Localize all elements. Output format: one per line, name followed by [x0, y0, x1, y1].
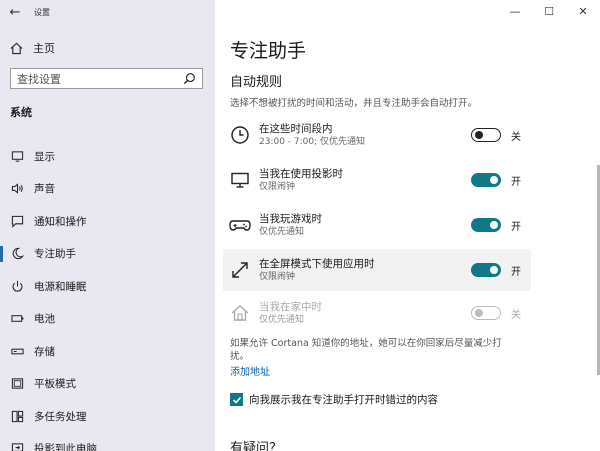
- storage-icon: [10, 344, 24, 358]
- rule-name: 在这些时间段内: [259, 122, 333, 135]
- rule-during-these-times[interactable]: 在这些时间段内 23:00 - 7:00; 仅优先通知 关: [223, 115, 531, 155]
- search-icon[interactable]: [183, 72, 196, 85]
- rule-name: 当我在家中时: [259, 300, 322, 313]
- cortana-note: 如果允许 Cortana 知道你的地址，她可以在你回家后尽量减少打扰。: [230, 338, 502, 362]
- show-summary-option[interactable]: 向我展示我在专注助手打开时错过的内容: [230, 392, 438, 407]
- clock-icon: [227, 125, 253, 145]
- sidebar-item-storage[interactable]: 存储: [0, 335, 215, 368]
- back-button[interactable]: ←: [0, 0, 30, 24]
- search-placeholder: 查找设置: [17, 72, 61, 86]
- sidebar: ← 设置 主页 查找设置 系统 显示 声音 通知和操作 专注助手 电源和睡眠 电…: [0, 0, 215, 451]
- rule-when-projecting[interactable]: 当我在使用投影时 仅限闹钟 开: [223, 160, 531, 200]
- rule-name: 当我玩游戏时: [259, 212, 322, 225]
- sidebar-item-label: 声音: [34, 183, 55, 196]
- main-panel: — ☐ ✕ 专注助手 自动规则 选择不想被打扰的时间和活动，并且专注助手会自动打…: [215, 0, 600, 451]
- moon-icon: [10, 247, 24, 261]
- toggle-state: 关: [511, 309, 521, 321]
- page-title: 专注助手: [230, 40, 307, 62]
- rule-summary: 仅优先通知: [259, 314, 305, 325]
- sidebar-item-label: 电池: [34, 313, 55, 326]
- rule-summary: 仅限闹钟: [259, 271, 296, 282]
- sidebar-item-tablet-mode[interactable]: 平板模式: [0, 368, 215, 401]
- notification-icon: [10, 214, 24, 228]
- sidebar-item-notifications[interactable]: 通知和操作: [0, 205, 215, 238]
- sidebar-item-power[interactable]: 电源和睡眠: [0, 270, 215, 303]
- rule-when-at-home: 当我在家中时 仅优先通知 关: [223, 293, 531, 333]
- close-button[interactable]: ✕: [566, 0, 600, 22]
- search-input[interactable]: 查找设置: [10, 68, 203, 89]
- sidebar-item-label: 通知和操作: [34, 215, 87, 228]
- sidebar-item-sound[interactable]: 声音: [0, 173, 215, 206]
- sidebar-item-label: 平板模式: [34, 378, 76, 391]
- home-label: 主页: [33, 42, 55, 55]
- rule-summary: 仅优先通知: [259, 226, 305, 237]
- sidebar-item-battery[interactable]: 电池: [0, 303, 215, 336]
- section-description: 选择不想被打扰的时间和活动，并且专注助手会自动打开。: [230, 98, 478, 109]
- toggle-switch[interactable]: [471, 218, 501, 232]
- sidebar-item-focus-assist[interactable]: 专注助手: [0, 238, 215, 271]
- toggle-state: 开: [511, 176, 521, 188]
- title-bar: ← 设置: [0, 0, 215, 24]
- minimize-button[interactable]: —: [498, 0, 532, 22]
- toggle-state: 关: [511, 131, 521, 143]
- toggle-switch[interactable]: [471, 128, 501, 142]
- sidebar-item-label: 存储: [34, 345, 55, 358]
- fullscreen-icon: [227, 260, 253, 280]
- toggle-switch[interactable]: [471, 263, 501, 277]
- section-heading: 自动规则: [230, 75, 283, 90]
- power-icon: [10, 279, 24, 293]
- sidebar-item-multitasking[interactable]: 多任务处理: [0, 400, 215, 433]
- multitask-icon: [10, 409, 24, 423]
- project-icon: [10, 442, 24, 451]
- checkbox-checked[interactable]: [230, 393, 243, 406]
- maximize-button[interactable]: ☐: [532, 0, 566, 22]
- toggle-switch: [471, 306, 501, 320]
- sidebar-item-label: 显示: [34, 150, 55, 163]
- home-icon: [10, 42, 23, 54]
- sidebar-item-label: 电源和睡眠: [34, 280, 87, 293]
- rule-name: 在全屏模式下使用应用时: [259, 257, 375, 270]
- sidebar-item-label: 投影到此电脑: [34, 443, 97, 451]
- help-heading: 有疑问？: [230, 441, 283, 451]
- sidebar-item-label: 专注助手: [34, 248, 76, 261]
- home-nav-item[interactable]: 主页: [10, 38, 55, 58]
- tablet-icon: [10, 377, 24, 391]
- add-address-link[interactable]: 添加地址: [230, 363, 270, 378]
- sidebar-nav: 显示 声音 通知和操作 专注助手 电源和睡眠 电池 存储 平板模式 多任务处理 …: [0, 140, 215, 451]
- app-title: 设置: [34, 7, 50, 17]
- sidebar-item-project-to-pc[interactable]: 投影到此电脑: [0, 433, 215, 451]
- battery-icon: [10, 312, 24, 326]
- house-icon: [227, 303, 253, 323]
- toggle-state: 开: [511, 266, 521, 278]
- rule-when-gaming[interactable]: 当我玩游戏时 仅优先通知 开: [223, 205, 531, 245]
- display-icon: [10, 149, 24, 163]
- gamepad-icon: [227, 215, 253, 235]
- rule-summary: 仅限闹钟: [259, 181, 296, 192]
- rule-fullscreen-apps[interactable]: 在全屏模式下使用应用时 仅限闹钟 开: [223, 249, 531, 291]
- checkbox-label: 向我展示我在专注助手打开时错过的内容: [249, 394, 438, 406]
- sidebar-item-display[interactable]: 显示: [0, 140, 215, 173]
- section-title: 系统: [10, 106, 32, 119]
- monitor-icon: [227, 170, 253, 190]
- toggle-state: 开: [511, 221, 521, 233]
- window-controls: — ☐ ✕: [498, 0, 600, 24]
- rule-summary: 23:00 - 7:00; 仅优先通知: [259, 136, 366, 147]
- rule-name: 当我在使用投影时: [259, 167, 343, 180]
- speaker-icon: [10, 182, 24, 196]
- toggle-switch[interactable]: [471, 173, 501, 187]
- sidebar-item-label: 多任务处理: [34, 410, 87, 423]
